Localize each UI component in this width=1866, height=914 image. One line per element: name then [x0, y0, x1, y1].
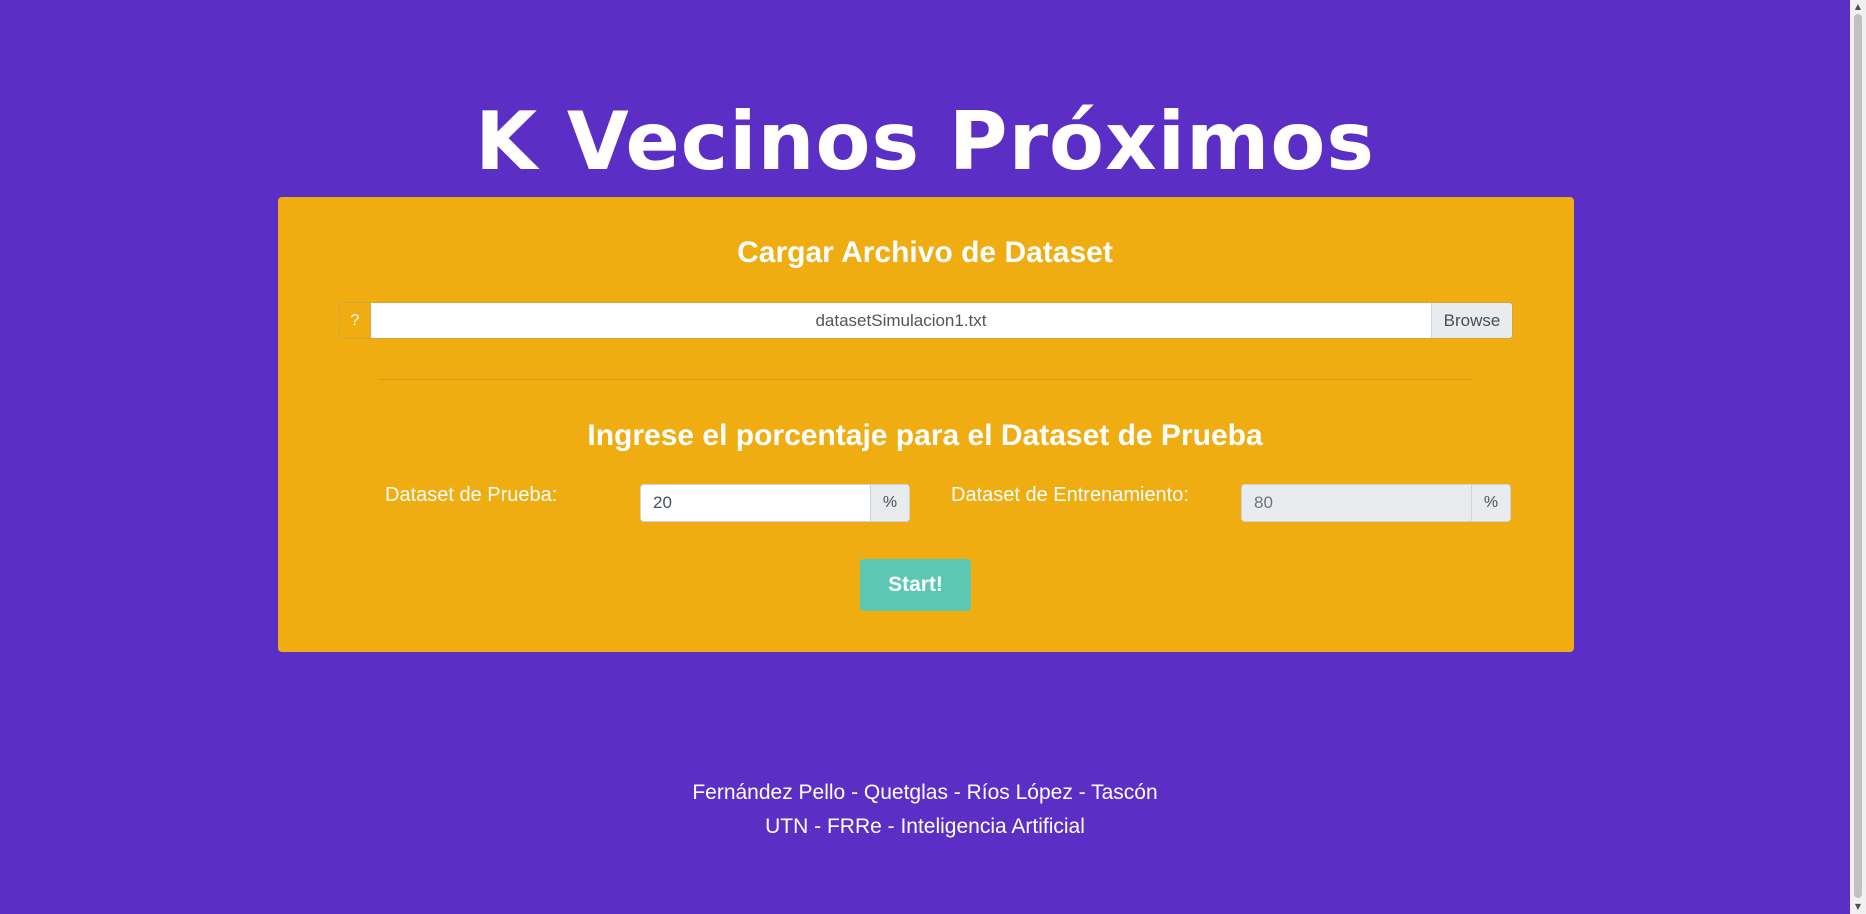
chevron-up-icon[interactable]: ▲ — [1850, 0, 1866, 14]
page-title: K Vecinos Próximos — [475, 95, 1375, 188]
upload-section-title: Cargar Archivo de Dataset — [737, 236, 1113, 269]
test-percentage-input[interactable] — [641, 485, 870, 521]
train-percentage-group: % — [1241, 484, 1511, 522]
file-upload-field[interactable]: ? datasetSimulacion1.txt Browse — [339, 302, 1513, 339]
section-divider — [379, 379, 1473, 380]
file-name-display[interactable]: datasetSimulacion1.txt — [371, 303, 1431, 338]
train-percent-suffix: % — [1471, 485, 1510, 521]
start-button[interactable]: Start! — [860, 559, 971, 611]
test-percent-suffix: % — [870, 485, 909, 521]
footer-institution: UTN - FRRe - Inteligencia Artificial — [765, 815, 1085, 838]
test-dataset-label: Dataset de Prueba: — [385, 484, 558, 506]
split-section-title: Ingrese el porcentaje para el Dataset de… — [587, 419, 1263, 452]
scroll-thumb[interactable] — [1854, 14, 1862, 898]
train-dataset-label: Dataset de Entrenamiento: — [951, 484, 1189, 506]
footer-authors: Fernández Pello - Quetglas - Ríos López … — [692, 781, 1158, 804]
page: K Vecinos Próximos Cargar Archivo de Dat… — [0, 0, 1850, 914]
help-button[interactable]: ? — [340, 303, 371, 338]
vertical-scrollbar[interactable]: ▲ ▼ — [1850, 0, 1866, 914]
test-percentage-group: % — [640, 484, 910, 522]
browse-button[interactable]: Browse — [1431, 303, 1512, 338]
train-percentage-input — [1242, 485, 1471, 521]
chevron-down-icon[interactable]: ▼ — [1850, 900, 1866, 914]
